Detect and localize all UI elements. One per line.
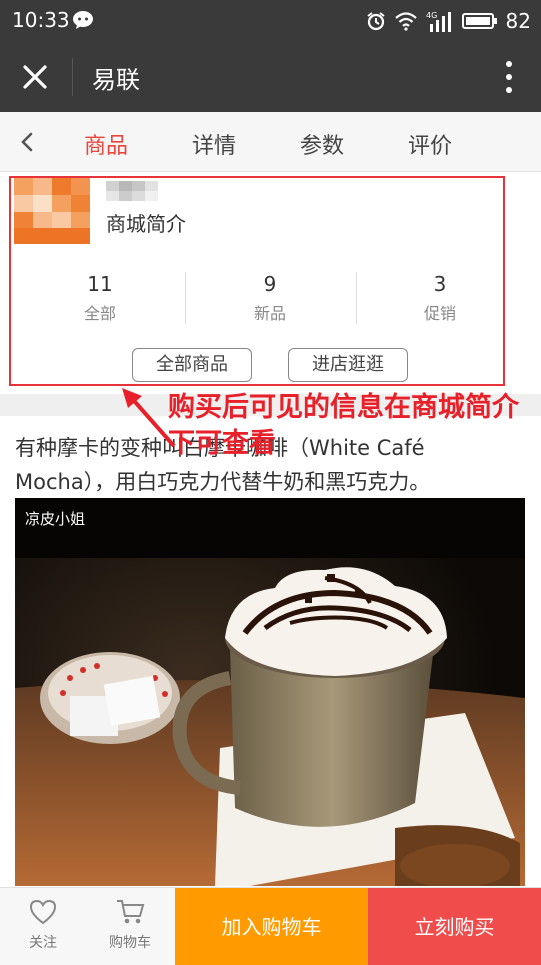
signal-icon: 4G (426, 11, 451, 32)
status-time: 10:33 (12, 8, 70, 32)
wechat-icon (73, 11, 93, 29)
more-icon[interactable] (505, 59, 513, 95)
app-title: 易联 (92, 66, 140, 94)
buy-now-button[interactable]: 立刻购买 (368, 888, 541, 965)
network-label: 4G (426, 11, 437, 20)
annotation-highlight-box (9, 176, 505, 386)
shopping-cart-icon (117, 900, 145, 924)
battery-level: 82 (505, 9, 531, 33)
product-tabs: 商品 详情 参数 评价 (0, 112, 541, 172)
wifi-icon (394, 12, 417, 31)
tab-reviews[interactable]: 评价 (408, 128, 452, 160)
favorite-button[interactable]: 关注 (0, 888, 86, 965)
app-bar: 易联 (0, 42, 541, 112)
tab-details[interactable]: 详情 (192, 128, 236, 160)
favorite-label: 关注 (29, 935, 57, 951)
alarm-icon (366, 12, 385, 31)
image-watermark-caption: 凉皮小姐 (25, 510, 86, 528)
status-bar: 10:33 4G 82 (0, 0, 541, 42)
add-to-cart-button[interactable]: 加入购物车 (175, 888, 368, 965)
cart-nav-button[interactable]: 购物车 (87, 888, 173, 965)
product-photo: 凉皮小姐 (15, 498, 525, 886)
tab-products[interactable]: 商品 (84, 128, 128, 160)
app-bar-divider (72, 58, 73, 96)
coffee-mocha-image (15, 498, 525, 886)
heart-icon (29, 899, 57, 925)
status-icons: 4G 82 (366, 8, 531, 34)
back-chevron-icon[interactable] (16, 129, 40, 155)
bottom-action-bar: 关注 购物车 加入购物车 立刻购买 (0, 887, 541, 965)
battery-icon (461, 13, 497, 29)
tab-params[interactable]: 参数 (300, 128, 344, 160)
cart-label: 购物车 (109, 935, 151, 951)
annotation-note: 购买后可见的信息在商城简介下可查看 (168, 392, 519, 459)
close-icon[interactable] (18, 60, 52, 94)
